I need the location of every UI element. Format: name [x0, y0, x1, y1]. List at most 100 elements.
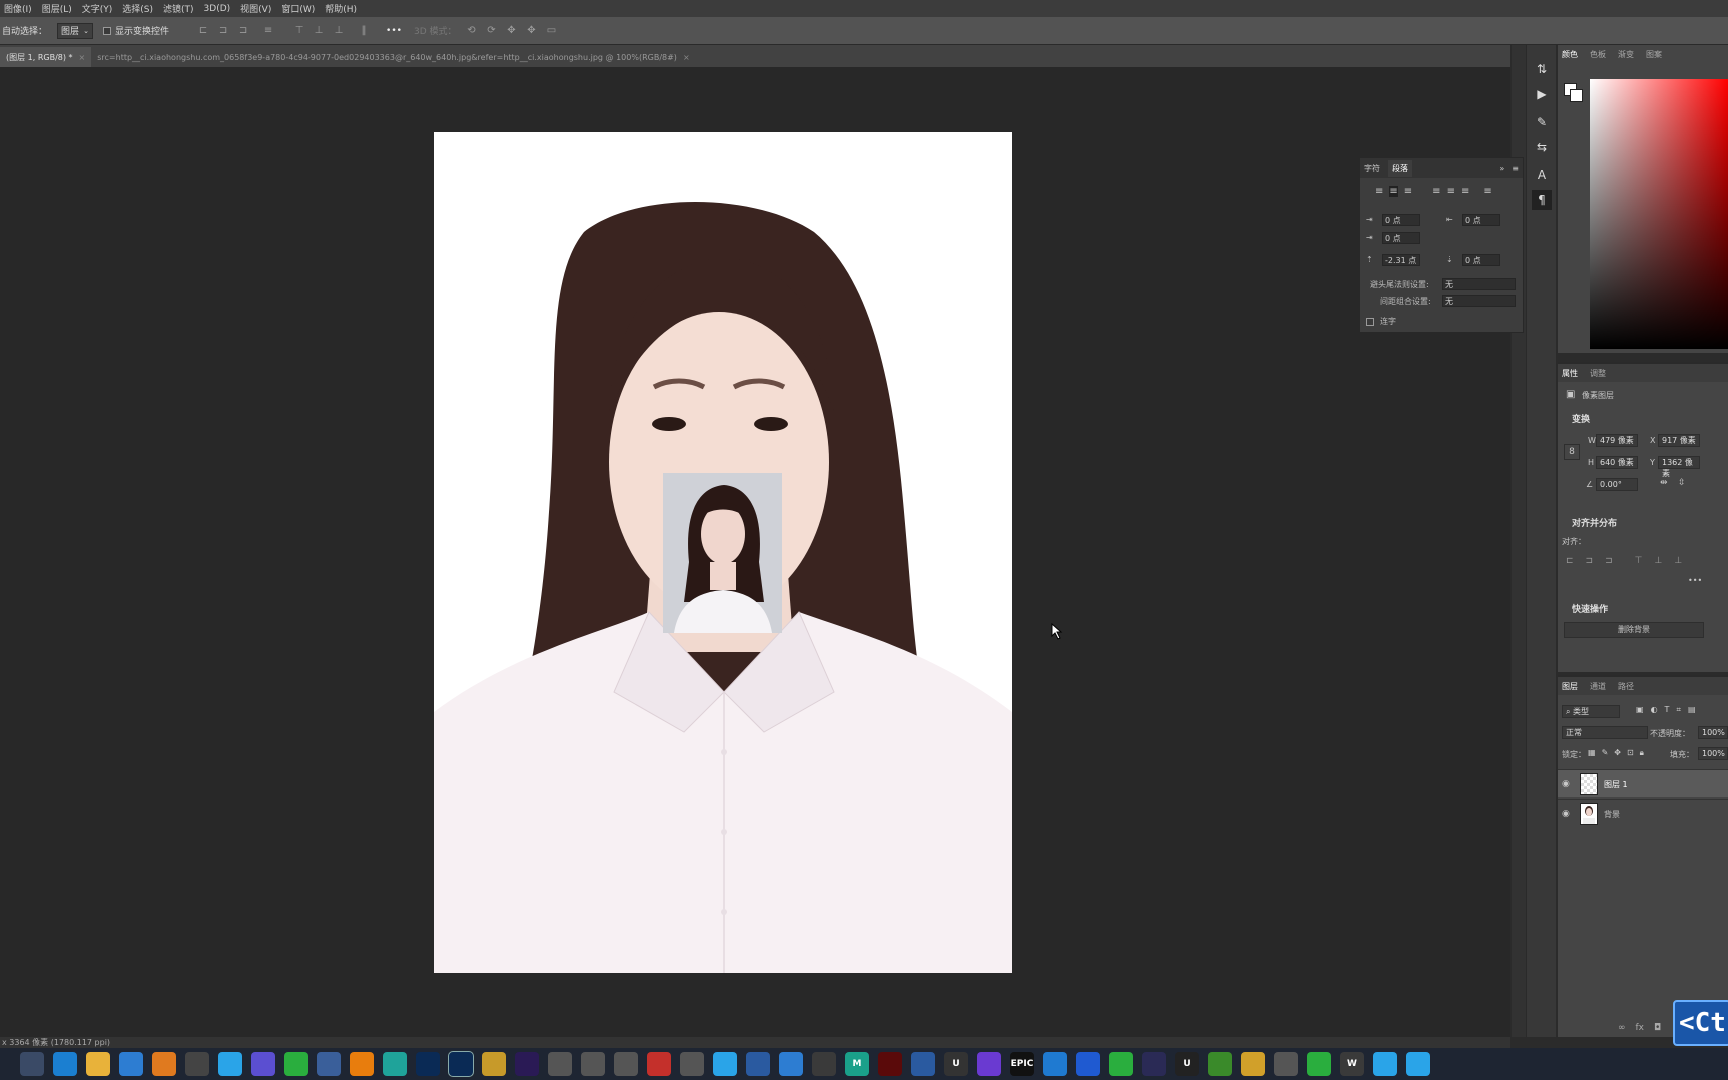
close-icon[interactable]: × — [79, 53, 86, 62]
taskbar-app-tri-icon[interactable] — [1274, 1052, 1298, 1076]
taskbar-epic-icon[interactable]: EPIC — [1010, 1052, 1034, 1076]
flip-horizontal-icon[interactable]: ⇹ — [1660, 478, 1668, 488]
collapse-icon[interactable]: » — [1499, 164, 1504, 173]
tab-patterns[interactable]: 图案 — [1646, 49, 1662, 60]
align-left-text-icon[interactable]: ≡ — [1375, 186, 1383, 197]
visibility-eye-icon[interactable]: ◉ — [1562, 809, 1570, 819]
document-canvas[interactable] — [434, 132, 1012, 973]
background-swatch[interactable] — [1570, 89, 1583, 102]
filter-shape-icon[interactable]: ⌗ — [1676, 705, 1681, 715]
menu-3d[interactable]: 3D(D) — [204, 4, 231, 14]
align-vcenter-icon[interactable]: ⊥ — [312, 25, 326, 37]
taskbar-app-s-icon[interactable] — [317, 1052, 341, 1076]
3d-camera-icon[interactable]: ▭ — [545, 25, 559, 37]
taskbar-app-wave-icon[interactable] — [1076, 1052, 1100, 1076]
taskbar-app-f-icon[interactable] — [1043, 1052, 1067, 1076]
tab-layer1-doc[interactable]: (图层 1, RGB/8) * × — [0, 47, 92, 67]
y-input[interactable]: 1362 像素 — [1658, 456, 1700, 478]
menu-filter[interactable]: 滤镜(T) — [163, 2, 194, 15]
taskbar-github-icon[interactable] — [977, 1052, 1001, 1076]
taskbar-blender-icon[interactable] — [350, 1052, 374, 1076]
taskbar-an-icon[interactable] — [878, 1052, 902, 1076]
tab-paths[interactable]: 路径 — [1618, 681, 1634, 692]
tab-gradients[interactable]: 渐变 — [1618, 49, 1634, 60]
3d-slide-icon[interactable]: ✥ — [525, 25, 539, 37]
menu-view[interactable]: 视图(V) — [240, 2, 271, 15]
taskbar-start-icon[interactable] — [20, 1052, 44, 1076]
lock-artboard-icon[interactable]: ⊡ — [1627, 748, 1634, 758]
tab-properties[interactable]: 属性 — [1562, 368, 1578, 379]
history-icon[interactable]: ⇅ — [1532, 59, 1552, 79]
indent-right-input[interactable]: 0 点 — [1462, 214, 1500, 226]
x-input[interactable]: 917 像素 — [1658, 434, 1700, 447]
taskbar-app-3-icon[interactable] — [383, 1052, 407, 1076]
kinsoku-select[interactable]: 无 — [1442, 278, 1516, 290]
tab-color[interactable]: 颜色 — [1562, 49, 1578, 60]
taskbar-app-ct-icon[interactable] — [614, 1052, 638, 1076]
remove-background-button[interactable]: 删除背景 — [1564, 622, 1704, 638]
indent-first-input[interactable]: 0 点 — [1382, 232, 1420, 244]
menu-type[interactable]: 文字(Y) — [82, 2, 113, 15]
more-options-button[interactable]: ••• — [386, 26, 402, 36]
3d-roll-icon[interactable]: ⟳ — [485, 25, 499, 37]
tab-character[interactable]: 字符 — [1364, 163, 1380, 174]
fx-icon[interactable]: fx — [1636, 1023, 1645, 1033]
taskbar-edge-icon[interactable] — [53, 1052, 77, 1076]
taskbar-app-red-icon[interactable] — [647, 1052, 671, 1076]
layer-name[interactable]: 图层 1 — [1604, 779, 1628, 790]
quick-actions-title[interactable]: 快速操作 — [1572, 602, 1608, 615]
taskbar-app-t-icon[interactable] — [548, 1052, 572, 1076]
justify-right-icon[interactable]: ≡ — [1461, 186, 1469, 197]
align-right-icon[interactable]: ⊐ — [236, 25, 250, 37]
align-hcenter-icon[interactable]: ⊐ — [216, 25, 230, 37]
opacity-input[interactable]: 100% — [1698, 726, 1728, 739]
fill-input[interactable]: 100% — [1698, 747, 1728, 760]
layer-row[interactable]: ◉ 图层 1 — [1558, 769, 1728, 797]
tab-paragraph[interactable]: 段落 — [1388, 159, 1412, 177]
taskbar-m-icon[interactable]: M — [845, 1052, 869, 1076]
link-layers-icon[interactable]: ∞ — [1618, 1023, 1626, 1033]
align-bottom-icon[interactable]: ⊥ — [1674, 556, 1682, 566]
taskbar-app-green-icon[interactable] — [1109, 1052, 1133, 1076]
align-bottom-icon[interactable]: ⊥ — [332, 25, 346, 37]
3d-rotate-icon[interactable]: ⟲ — [465, 25, 479, 37]
auto-select-dropdown[interactable]: 图层 ⌄ — [57, 22, 94, 39]
blend-mode-select[interactable]: 正常 — [1562, 726, 1648, 739]
align-center-text-icon[interactable]: ≡ — [1389, 186, 1398, 197]
justify-left-icon[interactable]: ≡ — [1432, 186, 1440, 197]
taskbar-app-dark-icon[interactable] — [185, 1052, 209, 1076]
taskbar-app-pal-icon[interactable] — [1241, 1052, 1265, 1076]
taskbar-explorer-icon[interactable] — [86, 1052, 110, 1076]
justify-center-icon[interactable]: ≡ — [1447, 186, 1455, 197]
distribute-v-icon[interactable]: ‖ — [357, 25, 371, 37]
menu-image[interactable]: 图像(I) — [4, 2, 32, 15]
visibility-eye-icon[interactable]: ◉ — [1562, 779, 1570, 789]
menu-layer[interactable]: 图层(L) — [42, 2, 72, 15]
taskbar-u-icon[interactable]: U — [944, 1052, 968, 1076]
width-input[interactable]: 479 像素 — [1596, 434, 1638, 447]
align-hcenter-icon[interactable]: ⊐ — [1586, 556, 1594, 566]
taskbar-ae-icon[interactable] — [515, 1052, 539, 1076]
tab-swatches[interactable]: 色板 — [1590, 49, 1606, 60]
brush-settings-icon[interactable]: ✎ — [1532, 112, 1552, 132]
layer-name[interactable]: 背景 — [1604, 809, 1620, 820]
taskbar-ps-icon[interactable] — [448, 1051, 474, 1077]
more-align-button[interactable]: ••• — [1688, 576, 1702, 585]
close-icon[interactable]: × — [683, 53, 690, 62]
align-vcenter-icon[interactable]: ⊥ — [1654, 556, 1662, 566]
taskbar-app-globe-icon[interactable] — [911, 1052, 935, 1076]
mojikumi-select[interactable]: 无 — [1442, 295, 1516, 307]
taskbar-app-orange-icon[interactable] — [152, 1052, 176, 1076]
add-mask-icon[interactable]: ◘ — [1654, 1023, 1661, 1033]
indent-left-input[interactable]: 0 点 — [1382, 214, 1420, 226]
align-section-title[interactable]: 对齐并分布 — [1572, 516, 1617, 529]
paragraph-icon[interactable]: ¶ — [1532, 190, 1552, 210]
taskbar-app-three-icon[interactable] — [251, 1052, 275, 1076]
align-right-text-icon[interactable]: ≡ — [1404, 186, 1412, 197]
taskbar-app-blue-icon[interactable] — [119, 1052, 143, 1076]
character-icon[interactable]: A — [1532, 165, 1552, 185]
taskbar-app-davinci-icon[interactable] — [812, 1052, 836, 1076]
lock-position-icon[interactable]: ✥ — [1614, 748, 1621, 758]
height-input[interactable]: 640 像素 — [1596, 456, 1638, 469]
lock-transparent-icon[interactable]: ▦ — [1588, 748, 1596, 758]
